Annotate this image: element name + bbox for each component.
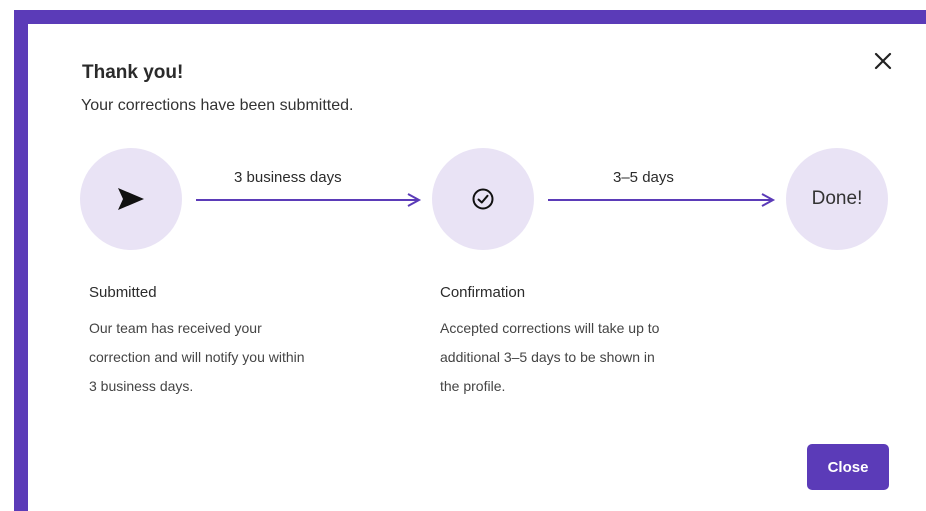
close-icon[interactable] xyxy=(868,46,898,76)
step-description-line: additional 3–5 days to be shown in xyxy=(440,349,655,365)
timeline-arrow-2 xyxy=(548,193,776,207)
dialog-title: Thank you! xyxy=(82,62,184,83)
step-title-submitted: Submitted xyxy=(89,284,157,301)
step-description-line: 3 business days. xyxy=(89,378,194,394)
step-description-line: correction and will notify you within xyxy=(89,349,305,365)
done-label: Done! xyxy=(811,188,863,209)
step-description-confirmation: Accepted corrections will take up to add… xyxy=(440,314,760,401)
step-confirmation-circle xyxy=(432,148,534,250)
paper-plane-icon xyxy=(118,188,144,210)
dialog-subtitle: Your corrections have been submitted. xyxy=(81,97,354,114)
step-done-circle: Done! xyxy=(786,148,888,250)
step-title-confirmation: Confirmation xyxy=(440,284,526,301)
arrow-label-days: 3–5 days xyxy=(613,169,674,186)
arrow-label-business-days: 3 business days xyxy=(234,169,342,186)
step-description-line: Our team has received your xyxy=(89,320,262,336)
step-description-submitted: Our team has received your correction an… xyxy=(89,314,409,401)
step-submitted-circle xyxy=(80,148,182,250)
close-button[interactable]: Close xyxy=(807,444,889,490)
timeline-arrow-1 xyxy=(196,193,422,207)
step-description-line: the profile. xyxy=(440,378,506,394)
check-circle-icon xyxy=(472,188,494,210)
step-description-line: Accepted corrections will take up to xyxy=(440,320,660,336)
